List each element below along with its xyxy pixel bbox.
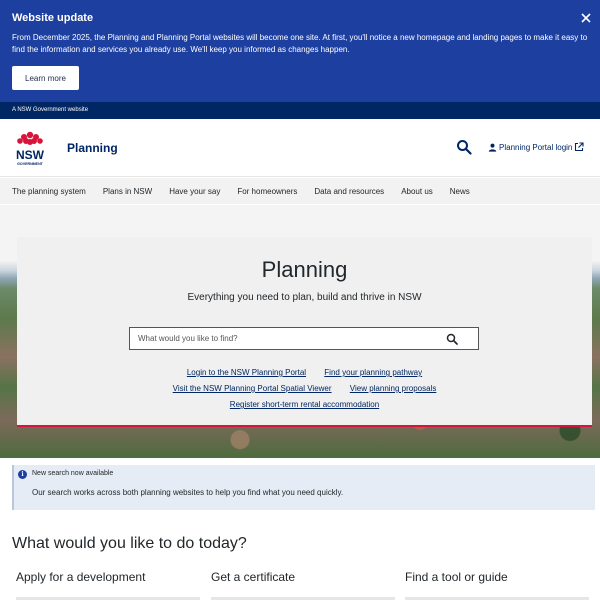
notice-text: Our search works across both planning we…	[32, 488, 344, 497]
link-login-planning-portal[interactable]: Login to the NSW Planning Portal	[187, 368, 306, 377]
nav-item-plans-in-nsw[interactable]: Plans in NSW	[103, 187, 152, 196]
learn-more-button[interactable]: Learn more	[12, 66, 79, 90]
nav-item-data-and-resources[interactable]: Data and resources	[314, 187, 384, 196]
task-card-get-certificate[interactable]: Get a certificate	[211, 570, 295, 584]
task-card-apply-development[interactable]: Apply for a development	[16, 570, 145, 584]
hero-section: Planning Everything you need to plan, bu…	[0, 205, 600, 458]
link-view-planning-proposals[interactable]: View planning proposals	[350, 384, 437, 393]
logo-text: NSW	[16, 148, 45, 162]
hero-quick-links: Login to the NSW Planning Portal Find yo…	[17, 365, 592, 413]
main-navigation: The planning system Plans in NSW Have yo…	[0, 178, 600, 204]
site-header: NSW GOVERNMENT Planning Planning Portal …	[0, 119, 600, 177]
notice-title: New search now available	[32, 470, 114, 477]
link-find-planning-pathway[interactable]: Find your planning pathway	[324, 368, 422, 377]
nav-item-about-us[interactable]: About us	[401, 187, 433, 196]
search-icon[interactable]	[456, 139, 472, 155]
section-title: What would you like to do today?	[12, 535, 247, 552]
login-label: Planning Portal login	[499, 142, 573, 152]
close-icon[interactable]	[580, 12, 592, 24]
site-name[interactable]: Planning	[67, 141, 118, 155]
search-input[interactable]	[138, 334, 438, 343]
nav-item-news[interactable]: News	[450, 187, 470, 196]
nav-item-for-homeowners[interactable]: For homeowners	[237, 187, 297, 196]
hero-subtitle: Everything you need to plan, build and t…	[187, 292, 422, 303]
task-card-find-tool[interactable]: Find a tool or guide	[405, 570, 508, 584]
link-register-short-term-rental[interactable]: Register short-term rental accommodation	[230, 400, 379, 409]
search-icon[interactable]	[446, 333, 458, 345]
user-icon	[488, 143, 497, 152]
gov-strip: A NSW Government website	[0, 102, 600, 119]
update-text: From December 2025, the Planning and Pla…	[12, 33, 588, 54]
planning-portal-login-link[interactable]: Planning Portal login	[488, 142, 584, 152]
hero-card: Planning Everything you need to plan, bu…	[17, 237, 592, 427]
nsw-logo[interactable]: NSW GOVERNMENT	[12, 129, 48, 167]
website-update-banner: Website update From December 2025, the P…	[0, 0, 600, 102]
info-notice: i New search now available Our search wo…	[12, 465, 595, 510]
hero-search-box	[129, 327, 479, 350]
external-link-icon	[575, 142, 584, 152]
link-spatial-viewer[interactable]: Visit the NSW Planning Portal Spatial Vi…	[173, 384, 332, 393]
hero-title: Planning	[261, 257, 348, 282]
logo-subtext: GOVERNMENT	[17, 162, 44, 166]
nav-item-have-your-say[interactable]: Have your say	[169, 187, 220, 196]
info-icon: i	[18, 470, 27, 479]
update-title: Website update	[12, 12, 94, 24]
nav-item-planning-system[interactable]: The planning system	[12, 187, 86, 196]
